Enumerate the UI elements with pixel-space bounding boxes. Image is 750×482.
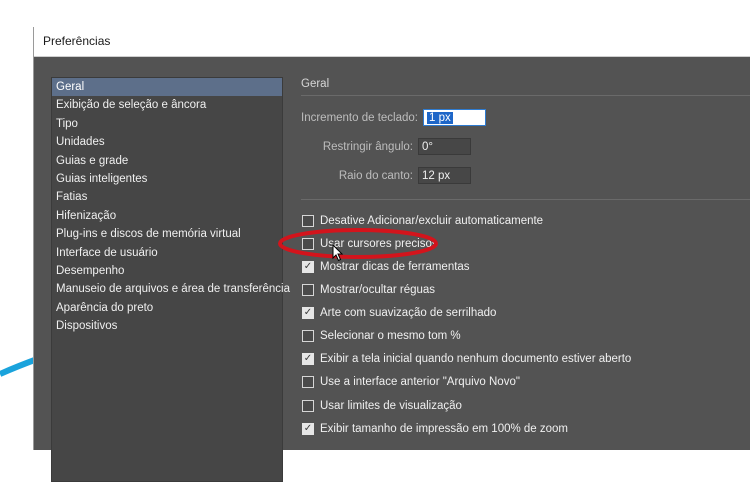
checkbox-legacy-file-new[interactable] <box>302 376 314 388</box>
corner-radius-row: Raio do canto: 12 px <box>301 167 471 184</box>
checkbox-label: Arte com suavização de serrilhado <box>320 307 497 319</box>
checkbox-row-select-same-tint[interactable]: Selecionar o mesmo tom % <box>302 328 461 344</box>
checkbox-show-hide-rulers[interactable] <box>302 284 314 296</box>
checkbox-show-start-workspace[interactable]: ✓ <box>302 353 314 365</box>
sidebar-item-plugins-scratch-disks[interactable]: Plug-ins e discos de memória virtual <box>52 225 282 243</box>
constrain-angle-label: Restringir ângulo: <box>322 140 413 153</box>
preferences-category-list: Geral Exibição de seleção e âncora Tipo … <box>51 77 290 482</box>
checkbox-row-disable-auto-add-delete[interactable]: Desative Adicionar/excluir automaticamen… <box>302 213 543 229</box>
checkbox-select-same-tint[interactable] <box>302 330 314 342</box>
checkbox-label: Selecionar o mesmo tom % <box>320 330 461 342</box>
panel-title: Geral <box>301 78 330 90</box>
sidebar-item-geral[interactable]: Geral <box>52 78 282 97</box>
keyboard-increment-row: Incremento de teclado: 1 px <box>301 109 486 126</box>
constrain-angle-input[interactable]: 0° <box>418 138 471 155</box>
checkbox-label: Mostrar/ocultar réguas <box>320 284 436 296</box>
sidebar-item-performance[interactable]: Desempenho <box>52 262 282 280</box>
keyboard-increment-value: 1 px <box>427 112 453 124</box>
sidebar-item-guides-grid[interactable]: Guias e grade <box>52 152 282 170</box>
checkbox-preview-bounds[interactable] <box>302 400 314 412</box>
sidebar-item-file-handling[interactable]: Manuseio de arquivos e área de transferê… <box>52 280 290 298</box>
preferences-dialog: Preferências Geral Exibição de seleção e… <box>33 27 750 482</box>
sidebar-item-smart-guides[interactable]: Guias inteligentes <box>52 170 282 188</box>
dialog-content: Geral Exibição de seleção e âncora Tipo … <box>34 57 750 482</box>
checkbox-label: Usar cursores precisos <box>320 238 438 250</box>
checkbox-antialiased-artwork[interactable]: ✓ <box>302 307 314 319</box>
checkbox-row-legacy-file-new[interactable]: Use a interface anterior "Arquivo Novo" <box>302 374 520 390</box>
checkbox-label: Use a interface anterior "Arquivo Novo" <box>320 376 520 388</box>
checkbox-print-size-zoom[interactable]: ✓ <box>302 423 314 435</box>
checkbox-disable-auto-add-delete[interactable] <box>302 215 314 227</box>
panel-title-divider <box>301 95 750 96</box>
section-divider <box>301 199 750 200</box>
dialog-title: Preferências <box>34 27 750 57</box>
keyboard-increment-input[interactable]: 1 px <box>423 109 486 126</box>
checkbox-row-show-tooltips[interactable]: ✓ Mostrar dicas de ferramentas <box>302 259 470 275</box>
sidebar-item-devices[interactable]: Dispositivos <box>52 317 282 335</box>
sidebar-item-black-appearance[interactable]: Aparência do preto <box>52 299 282 317</box>
checkbox-precise-cursors[interactable] <box>302 238 314 250</box>
corner-radius-input[interactable]: 12 px <box>418 167 471 184</box>
sidebar-item-type[interactable]: Tipo <box>52 115 282 133</box>
sidebar-item-units[interactable]: Unidades <box>52 133 282 151</box>
checkbox-label: Exibir tamanho de impressão em 100% de z… <box>320 423 569 435</box>
keyboard-increment-label: Incremento de teclado: <box>301 111 418 124</box>
checkbox-label: Desative Adicionar/excluir automaticamen… <box>320 215 544 227</box>
sidebar-item-user-interface[interactable]: Interface de usuário <box>52 244 282 262</box>
checkbox-row-show-start-workspace[interactable]: ✓ Exibir a tela inicial quando nenhum do… <box>302 351 631 367</box>
sidebar-item-selection-display[interactable]: Exibição de seleção e âncora <box>52 96 282 114</box>
checkbox-row-preview-bounds[interactable]: Usar limites de visualização <box>302 398 462 414</box>
corner-radius-label: Raio do canto: <box>338 169 413 182</box>
checkbox-show-tooltips[interactable]: ✓ <box>302 261 314 273</box>
checkbox-label: Usar limites de visualização <box>320 400 462 412</box>
checkbox-row-show-hide-rulers[interactable]: Mostrar/ocultar réguas <box>302 282 435 298</box>
constrain-angle-row: Restringir ângulo: 0° <box>301 138 471 155</box>
checkbox-row-precise-cursors[interactable]: Usar cursores precisos <box>302 236 438 252</box>
sidebar-item-slices[interactable]: Fatias <box>52 188 282 206</box>
sidebar-item-hyphenation[interactable]: Hifenização <box>52 207 282 225</box>
checkbox-label: Mostrar dicas de ferramentas <box>320 261 470 273</box>
checkbox-label: Exibir a tela inicial quando nenhum docu… <box>320 353 632 365</box>
checkbox-row-print-size-zoom[interactable]: ✓ Exibir tamanho de impressão em 100% de… <box>302 421 568 437</box>
checkbox-row-antialiased-artwork[interactable]: ✓ Arte com suavização de serrilhado <box>302 305 496 321</box>
